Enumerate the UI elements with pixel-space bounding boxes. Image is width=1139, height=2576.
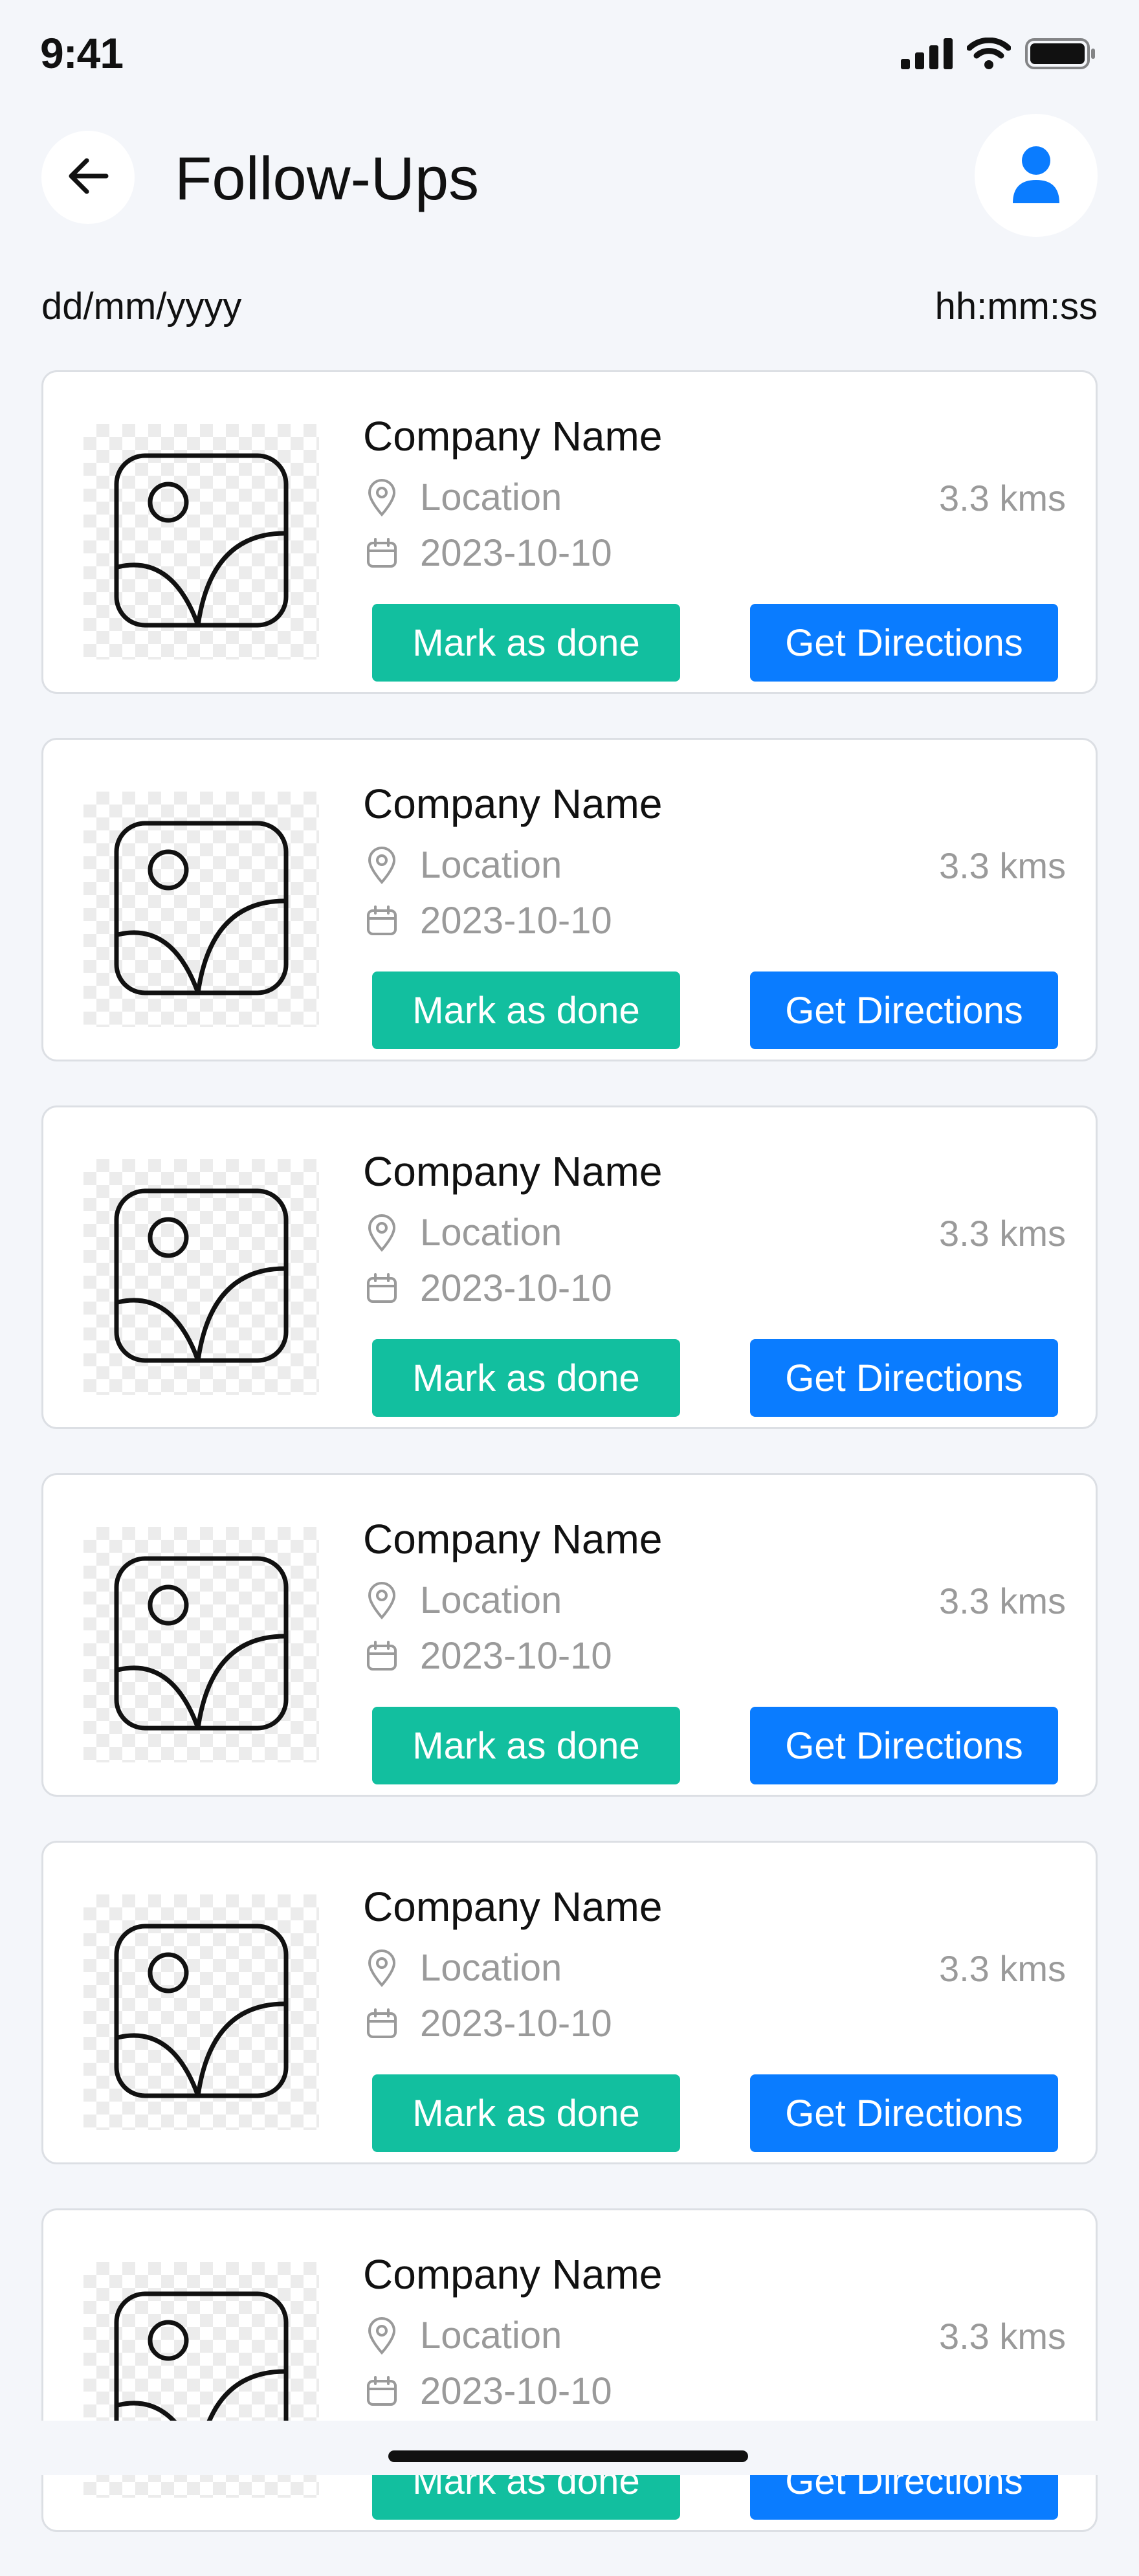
time-filter[interactable]: hh:mm:ss bbox=[935, 285, 1098, 328]
followup-card: Company Name Location 2023-10-10 3.3 kms… bbox=[41, 1105, 1098, 1429]
arrow-left-icon bbox=[65, 153, 111, 203]
location-row: Location bbox=[363, 1211, 562, 1254]
distance-label: 3.3 kms bbox=[938, 1213, 1066, 1254]
calendar-icon bbox=[363, 2373, 401, 2410]
date-row: 2023-10-10 bbox=[363, 899, 612, 942]
distance-label: 3.3 kms bbox=[938, 1948, 1066, 1989]
mark-as-done-button[interactable]: Mark as done bbox=[372, 2074, 680, 2152]
thumbnail bbox=[83, 1894, 319, 2130]
thumbnail bbox=[83, 424, 319, 660]
distance-label: 3.3 kms bbox=[938, 2316, 1066, 2357]
location-text: Location bbox=[420, 2315, 562, 2357]
image-placeholder-icon bbox=[114, 1924, 289, 2102]
map-pin-icon bbox=[363, 1214, 401, 1252]
status-icons bbox=[901, 37, 1096, 73]
date-text: 2023-10-10 bbox=[420, 900, 612, 942]
calendar-icon bbox=[363, 2005, 401, 2043]
status-time: 9:41 bbox=[40, 29, 124, 77]
company-name: Company Name bbox=[363, 1516, 663, 1562]
get-directions-button[interactable]: Get Directions bbox=[750, 604, 1058, 682]
company-name: Company Name bbox=[363, 1148, 663, 1195]
date-row: 2023-10-10 bbox=[363, 1267, 612, 1310]
location-text: Location bbox=[420, 1579, 562, 1621]
image-placeholder-icon bbox=[114, 453, 289, 631]
back-button[interactable] bbox=[41, 131, 135, 224]
home-indicator[interactable] bbox=[388, 2450, 748, 2462]
profile-button[interactable] bbox=[975, 114, 1098, 237]
followup-card: Company Name Location 2023-10-10 3.3 kms… bbox=[41, 1841, 1098, 2164]
thumbnail bbox=[83, 792, 319, 1027]
calendar-icon bbox=[363, 535, 401, 572]
date-row: 2023-10-10 bbox=[363, 531, 612, 575]
distance-label: 3.3 kms bbox=[938, 1581, 1066, 1621]
date-text: 2023-10-10 bbox=[420, 2370, 612, 2412]
location-row: Location bbox=[363, 2314, 562, 2357]
map-pin-icon bbox=[363, 1949, 401, 1987]
date-text: 2023-10-10 bbox=[420, 1267, 612, 1309]
calendar-icon bbox=[363, 1270, 401, 1307]
date-row: 2023-10-10 bbox=[363, 2002, 612, 2045]
mark-as-done-button[interactable]: Mark as done bbox=[372, 1707, 680, 1784]
mark-as-done-button[interactable]: Mark as done bbox=[372, 604, 680, 682]
followup-card: Company Name Location 2023-10-10 3.3 kms… bbox=[41, 1473, 1098, 1797]
page-title: Follow-Ups bbox=[175, 144, 480, 212]
calendar-icon bbox=[363, 1638, 401, 1675]
user-icon bbox=[1010, 145, 1062, 206]
image-placeholder-icon bbox=[114, 1556, 289, 1734]
date-text: 2023-10-10 bbox=[420, 2003, 612, 2045]
date-row: 2023-10-10 bbox=[363, 1634, 612, 1678]
company-name: Company Name bbox=[363, 781, 663, 827]
company-name: Company Name bbox=[363, 1883, 663, 1930]
mark-as-done-button[interactable]: Mark as done bbox=[372, 1339, 680, 1417]
bottom-bar bbox=[0, 2421, 1139, 2475]
get-directions-button[interactable]: Get Directions bbox=[750, 1707, 1058, 1784]
map-pin-icon bbox=[363, 1581, 401, 1619]
date-row: 2023-10-10 bbox=[363, 2370, 612, 2413]
location-row: Location bbox=[363, 476, 562, 519]
map-pin-icon bbox=[363, 846, 401, 884]
map-pin-icon bbox=[363, 2316, 401, 2355]
map-pin-icon bbox=[363, 478, 401, 516]
thumbnail bbox=[83, 1159, 319, 1395]
date-text: 2023-10-10 bbox=[420, 1635, 612, 1677]
location-text: Location bbox=[420, 1947, 562, 1989]
followup-list: Company Name Location 2023-10-10 3.3 kms… bbox=[41, 370, 1098, 2576]
location-row: Location bbox=[363, 1579, 562, 1622]
calendar-icon bbox=[363, 902, 401, 940]
location-text: Location bbox=[420, 1212, 562, 1254]
image-placeholder-icon bbox=[114, 821, 289, 999]
location-row: Location bbox=[363, 843, 562, 887]
get-directions-button[interactable]: Get Directions bbox=[750, 1339, 1058, 1417]
date-filter[interactable]: dd/mm/yyyy bbox=[41, 285, 241, 328]
date-time-row: dd/mm/yyyy hh:mm:ss bbox=[41, 285, 1098, 330]
get-directions-button[interactable]: Get Directions bbox=[750, 2074, 1058, 2152]
followup-card: Company Name Location 2023-10-10 3.3 kms… bbox=[41, 738, 1098, 1061]
company-name: Company Name bbox=[363, 413, 663, 460]
battery-icon bbox=[1025, 38, 1096, 73]
company-name: Company Name bbox=[363, 2251, 663, 2298]
mark-as-done-button[interactable]: Mark as done bbox=[372, 972, 680, 1049]
location-row: Location bbox=[363, 1946, 562, 1990]
cellular-signal-icon bbox=[901, 38, 953, 72]
get-directions-button[interactable]: Get Directions bbox=[750, 972, 1058, 1049]
status-bar: 9:41 bbox=[0, 0, 1139, 110]
location-text: Location bbox=[420, 844, 562, 886]
thumbnail bbox=[83, 1527, 319, 1762]
location-text: Location bbox=[420, 476, 562, 518]
header: Follow-Ups bbox=[0, 110, 1139, 246]
distance-label: 3.3 kms bbox=[938, 845, 1066, 886]
wifi-icon bbox=[966, 37, 1012, 73]
date-text: 2023-10-10 bbox=[420, 532, 612, 574]
followup-card: Company Name Location 2023-10-10 3.3 kms… bbox=[41, 370, 1098, 694]
followup-card: Company Name Location 2023-10-10 3.3 kms… bbox=[41, 2208, 1098, 2532]
distance-label: 3.3 kms bbox=[938, 478, 1066, 518]
image-placeholder-icon bbox=[114, 1188, 289, 1366]
